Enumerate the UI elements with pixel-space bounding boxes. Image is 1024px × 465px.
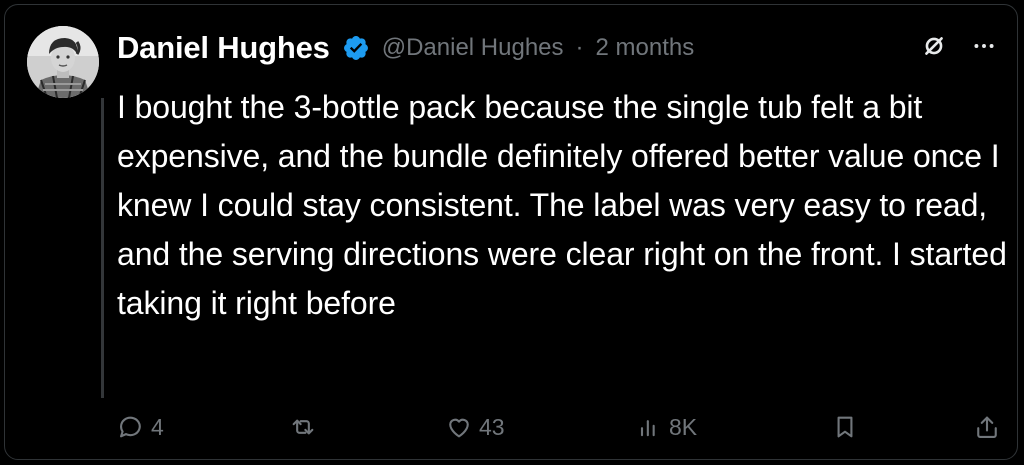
reply-button[interactable]: 4 xyxy=(117,413,164,441)
action-bar: 4 43 8K xyxy=(117,409,999,445)
views-count: 8K xyxy=(669,413,698,440)
verified-badge-icon xyxy=(342,34,370,62)
separator-dot: · xyxy=(575,34,584,61)
avatar-image xyxy=(27,26,99,98)
avatar[interactable] xyxy=(27,26,99,98)
share-icon xyxy=(973,413,1001,441)
author-name[interactable]: Daniel Hughes xyxy=(117,30,330,66)
repost-icon xyxy=(289,413,317,441)
post-card[interactable]: Daniel Hughes @Daniel Hughes · 2 months xyxy=(4,4,1018,460)
like-count: 43 xyxy=(479,413,505,440)
post-timestamp[interactable]: 2 months xyxy=(596,34,695,62)
post-header: Daniel Hughes @Daniel Hughes · 2 months xyxy=(117,25,997,71)
author-handle[interactable]: @Daniel Hughes xyxy=(382,34,564,62)
thread-line xyxy=(101,98,104,398)
reply-count: 4 xyxy=(151,413,164,440)
slashed-circle-icon[interactable] xyxy=(921,33,947,59)
views-icon xyxy=(635,413,663,441)
like-button[interactable]: 43 xyxy=(445,413,505,441)
repost-button[interactable] xyxy=(289,413,323,441)
bookmark-button[interactable] xyxy=(831,413,859,441)
header-actions xyxy=(921,33,997,59)
heart-icon xyxy=(445,413,473,441)
more-icon[interactable] xyxy=(971,33,997,59)
reply-icon xyxy=(117,413,145,441)
bookmark-icon xyxy=(831,413,859,441)
post-text: I bought the 3-bottle pack because the s… xyxy=(117,89,1007,321)
share-button[interactable] xyxy=(973,413,1001,441)
views-button[interactable]: 8K xyxy=(635,413,697,441)
